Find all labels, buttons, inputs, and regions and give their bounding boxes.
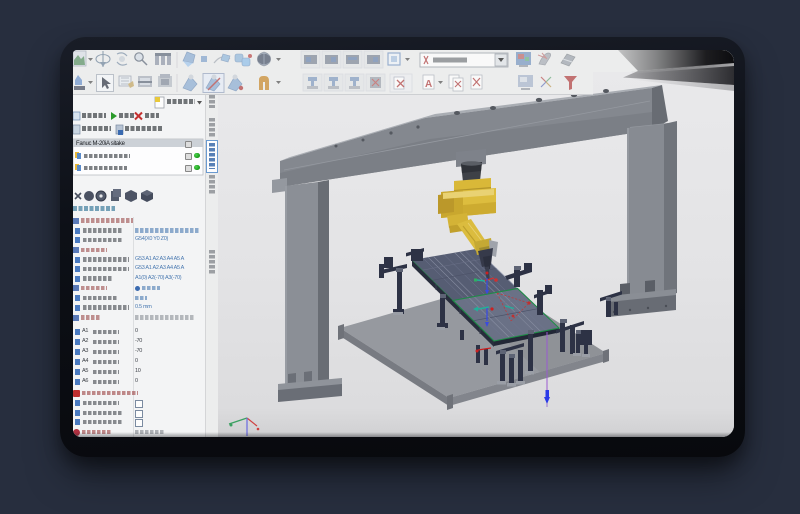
svg-text:A: A <box>425 79 432 90</box>
